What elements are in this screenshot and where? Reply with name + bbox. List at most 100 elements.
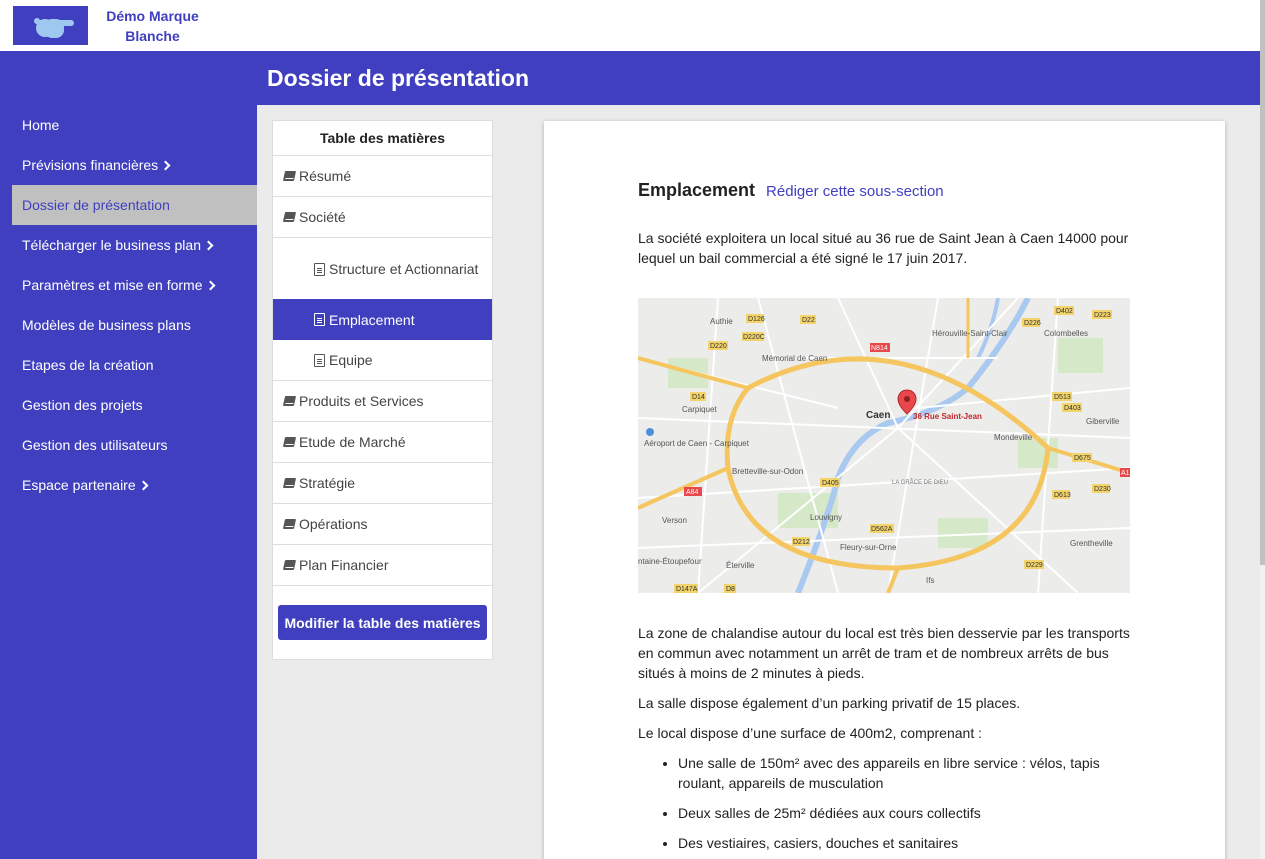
book-icon — [282, 171, 297, 181]
place-label: Carpiquet — [682, 405, 717, 414]
road-label: D562A — [871, 526, 893, 533]
book-icon — [282, 478, 297, 488]
road-label: D212 — [793, 539, 810, 546]
document-icon — [314, 263, 325, 277]
toc-item-resume[interactable]: Résumé — [273, 156, 492, 197]
toc-title: Table des matières — [273, 121, 492, 156]
list-item: Une salle de 150m² avec des appareils en… — [678, 753, 1138, 793]
place-label: Bretteville-sur-Odon — [732, 467, 803, 476]
sidebar-item-label: Télécharger le business plan — [22, 237, 201, 253]
sidebar-item-label: Paramètres et mise en forme — [22, 277, 203, 293]
toc-item-etude-marche[interactable]: Etude de Marché — [273, 422, 492, 463]
sidebar-item-label: Gestion des projets — [22, 397, 143, 413]
edit-toc-button[interactable]: Modifier la table des matières — [278, 605, 487, 640]
road-label: D613 — [1054, 492, 1071, 499]
road-label: D220C — [743, 334, 765, 341]
book-icon — [282, 212, 297, 222]
toc-item-plan-financier[interactable]: Plan Financier — [273, 545, 492, 586]
location-map[interactable]: D126 D22 D220C D220 D226 D402 D223 N814 … — [638, 298, 1130, 593]
road-label: D230 — [1094, 486, 1111, 493]
map-graphic: D126 D22 D220C D220 D226 D402 D223 N814 … — [638, 298, 1130, 593]
toc-item-label: Structure et Actionnariat — [329, 260, 479, 277]
features-list: Une salle de 150m² avec des appareils en… — [678, 753, 1138, 859]
page-title: Dossier de présentation — [267, 65, 530, 91]
toc-item-strategie[interactable]: Stratégie — [273, 463, 492, 504]
marker-label: 36 Rue Saint-Jean — [913, 412, 982, 421]
sidebar-item-telecharger-business-plan[interactable]: Télécharger le business plan — [12, 225, 257, 265]
chevron-right-icon — [138, 480, 149, 491]
sidebar-item-label: Espace partenaire — [22, 477, 136, 493]
road-label: D223 — [1094, 312, 1111, 319]
road-label: D126 — [748, 316, 765, 323]
road-label: D675 — [1074, 455, 1091, 462]
toc-item-equipe[interactable]: Equipe — [273, 340, 492, 381]
toc-item-societe[interactable]: Société — [273, 197, 492, 238]
chevron-right-icon — [203, 240, 214, 251]
edit-subsection-link[interactable]: Rédiger cette sous-section — [766, 183, 944, 200]
page-scrollbar[interactable] — [1260, 0, 1265, 859]
toc-item-operations[interactable]: Opérations — [273, 504, 492, 545]
toc-item-label-wrap: Structure et Actionnariat — [314, 259, 478, 279]
road-label: D402 — [1056, 308, 1073, 315]
place-label: Aéroport de Caen - Carpiquet — [644, 439, 750, 448]
page-header: Dossier de présentation — [257, 51, 1260, 105]
sidebar-item-gestion-utilisateurs[interactable]: Gestion des utilisateurs — [12, 425, 257, 465]
road-label: D22 — [802, 317, 815, 324]
toc-item-label: Stratégie — [299, 475, 356, 491]
road-label: D229 — [1026, 562, 1043, 569]
sidebar-item-home[interactable]: Home — [12, 105, 257, 145]
road-label: D220 — [710, 343, 727, 350]
sidebar-item-espace-partenaire[interactable]: Espace partenaire — [12, 465, 257, 505]
paragraph: La zone de chalandise autour du local es… — [638, 625, 1130, 681]
chevron-right-icon — [205, 280, 215, 291]
toc-item-label: Résumé — [299, 168, 352, 184]
toc-item-produits-services[interactable]: Produits et Services — [273, 381, 492, 422]
book-icon — [282, 437, 297, 447]
toc-item-emplacement[interactable]: Emplacement — [273, 299, 492, 340]
road-label: A1 — [1121, 470, 1130, 477]
book-icon — [282, 560, 297, 570]
toc-item-structure-actionnariat[interactable]: Structure et Actionnariat — [273, 238, 492, 299]
toc-item-label: Equipe — [329, 352, 373, 368]
road-label: D8 — [726, 586, 735, 593]
book-icon — [282, 519, 297, 529]
place-label: Giberville — [1086, 417, 1120, 426]
place-label: Colombelles — [1044, 329, 1088, 338]
place-label: LA GRÂCE DE DIEU — [892, 479, 948, 486]
toc-item-label: Plan Financier — [299, 557, 389, 573]
sidebar-item-parametres[interactable]: Paramètres et mise en forme — [12, 265, 257, 305]
document-icon — [314, 353, 325, 367]
sidebar-item-modeles[interactable]: Modèles de business plans — [12, 305, 257, 345]
sidebar-item-dossier-de-presentation[interactable]: Dossier de présentation — [12, 185, 257, 225]
place-label: Hérouville-Saint-Clair — [932, 329, 1008, 338]
place-label: Grentheville — [1070, 539, 1113, 548]
place-label: Verson — [662, 516, 687, 525]
scrollbar-thumb[interactable] — [1260, 0, 1265, 565]
sidebar-item-gestion-projets[interactable]: Gestion des projets — [12, 385, 257, 425]
brand-logo[interactable] — [13, 6, 88, 45]
toc-item-label: Emplacement — [329, 311, 415, 328]
road-label: D405 — [822, 480, 839, 487]
sidebar-item-etapes[interactable]: Etapes de la création — [12, 345, 257, 385]
place-label: Mémorial de Caen — [762, 354, 827, 363]
paragraph: La salle dispose également d’un parking … — [638, 695, 1021, 711]
place-label: Mondeville — [994, 433, 1033, 442]
place-label: Ifs — [926, 576, 934, 585]
place-label: Louvigny — [810, 513, 842, 522]
chevron-right-icon — [160, 160, 171, 171]
intro-paragraph: La société exploitera un local situé au … — [638, 230, 1129, 266]
sidebar-item-label: Modèles de business plans — [22, 317, 191, 333]
place-label: Fleury-sur-Orne — [840, 543, 897, 552]
sidebar-item-previsions-financieres[interactable]: Prévisions financières — [12, 145, 257, 185]
road-label: N814 — [871, 345, 888, 352]
toc-item-label: Etude de Marché — [299, 434, 406, 450]
road-label: D14 — [692, 394, 705, 401]
toc-item-label: Opérations — [299, 516, 368, 532]
brand-name[interactable]: Démo Marque Blanche — [95, 6, 210, 46]
airport-icon — [646, 428, 654, 436]
road-label: D403 — [1064, 405, 1081, 412]
paragraph: Le local dispose d’une surface de 400m2,… — [638, 725, 982, 741]
sidebar-item-label: Dossier de présentation — [22, 197, 170, 213]
sidebar-item-label: Etapes de la création — [22, 357, 154, 373]
list-item: Deux salles de 25m² dédiées aux cours co… — [678, 803, 1138, 823]
